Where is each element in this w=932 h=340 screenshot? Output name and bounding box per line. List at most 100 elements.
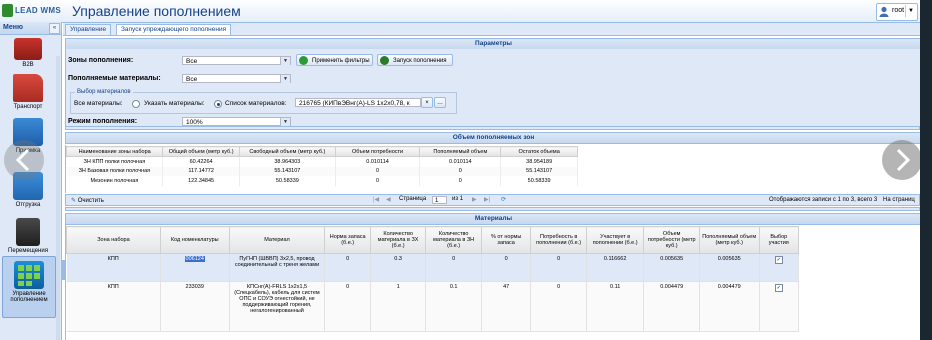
page-count: из 1	[452, 196, 464, 202]
chevron-down-icon[interactable]: ▼	[280, 57, 290, 65]
sidebar-item-transport[interactable]: Транспорт	[2, 74, 54, 110]
materials-label: Пополняемые материалы:	[68, 75, 161, 82]
column-header[interactable]: Объем потребности	[334, 146, 421, 157]
sidebar-item-label: Отгрузка	[15, 202, 41, 208]
materials-select-value: Все	[186, 76, 198, 83]
column-header[interactable]: Общий объем (метр куб.)	[162, 146, 240, 157]
run-replenishment-button[interactable]: Запуск пополнения	[377, 54, 453, 66]
table-row[interactable]: ЗН КПП полки полочная 60.42264 38.964303…	[66, 156, 578, 167]
play-icon	[380, 56, 389, 65]
chevron-right-icon	[896, 148, 911, 172]
sidebar-item-b2b[interactable]: B2B	[2, 38, 54, 68]
column-header[interactable]: Зона набора	[66, 226, 161, 254]
participation-checkbox[interactable]: ✓	[774, 284, 783, 292]
apply-filters-button[interactable]: Применить фильтры	[296, 54, 373, 66]
participation-checkbox[interactable]: ✓	[774, 256, 783, 264]
column-header[interactable]: Количество материала в ЗХ (б.е.)	[369, 226, 427, 254]
column-header[interactable]: Участвует в пополнении (б.е.)	[585, 226, 645, 254]
all-materials-label: Все материалы:	[74, 100, 123, 107]
materials-fieldset: Выбор материалов Все материалы: Указать …	[70, 89, 457, 114]
prev-page-icon[interactable]: ◀	[386, 196, 391, 203]
chevron-down-icon[interactable]: ▼	[280, 118, 290, 126]
zones-panel-header: Объем пополняемых зон	[65, 132, 922, 144]
sidebar-scrollbar[interactable]	[56, 56, 60, 340]
specify-materials-label: Указать материалы:	[144, 100, 205, 107]
column-header[interactable]: Остаток объема	[500, 146, 578, 157]
page-input[interactable]: 1	[432, 196, 447, 204]
sidebar-item-transfers[interactable]: Перемещения	[2, 218, 54, 254]
user-menu[interactable]: root ▼	[876, 3, 918, 21]
table-cell: КПП	[66, 253, 161, 282]
table-row[interactable]: КПП 233039 КПСнг(А)-FRLS 1x2x1,5 (Спецка…	[66, 281, 800, 332]
column-header[interactable]: Количество материала в ЗН (б.е.)	[425, 226, 482, 254]
zones-toolbar: ✎ Очистить |◀ ◀ Страница 1 из 1 ▶ ▶| ⟳ О…	[65, 194, 920, 206]
next-slide-button[interactable]	[882, 140, 922, 180]
app-header: LEAD WMS Управление пополнением root ▼	[0, 0, 920, 23]
table-cell: 0	[419, 176, 502, 186]
user-icon	[879, 6, 889, 17]
table-cell: 122.34845	[162, 176, 240, 186]
chevron-down-icon[interactable]: ▼	[280, 75, 290, 83]
fieldset-legend: Выбор материалов	[75, 89, 133, 95]
column-header[interactable]: Выбор участия	[758, 226, 800, 254]
column-header[interactable]: Норма запаса (б.е.)	[324, 226, 371, 254]
clear-icon[interactable]: ×	[421, 97, 433, 108]
column-header[interactable]: Пополняемый объем	[419, 146, 502, 157]
zones-select[interactable]: Все ▼	[182, 56, 291, 65]
table-cell: 0.004479	[699, 281, 760, 332]
splitter-params[interactable]	[65, 126, 920, 130]
column-header[interactable]: % от нормы запаса	[480, 226, 532, 254]
per-page-label: На страниц	[883, 197, 915, 203]
mode-select[interactable]: 100% ▼	[182, 117, 291, 126]
column-header[interactable]: Наименование зоны набора	[65, 146, 164, 157]
material-list-field[interactable]: 216765 (КИПвЭВнг(А)-LS 1x2x0,78, к	[295, 98, 421, 107]
table-cell: 0	[324, 281, 371, 332]
first-page-icon[interactable]: |◀	[373, 196, 379, 203]
logo-text: LEAD WMS	[15, 6, 61, 15]
params-panel: Зоны пополнения: Все ▼ Применить фильтры…	[65, 49, 922, 126]
materials-panel-header: Материалы	[65, 213, 922, 225]
last-page-icon[interactable]: ▶|	[484, 196, 490, 203]
table-cell: 0	[335, 166, 421, 176]
column-header[interactable]: Код номенклатуры	[159, 226, 230, 254]
chevron-left-icon	[15, 148, 30, 172]
sidebar-item-label: Перемещения	[8, 248, 48, 254]
all-materials-radio[interactable]	[132, 100, 140, 108]
prev-slide-button[interactable]	[4, 140, 44, 180]
table-cell: КПСнг(А)-FRLS 1x2x1,5 (Спецкабель), кабе…	[229, 281, 326, 332]
table-row[interactable]: ЗН Базовая полки полочная 117.14772 55.1…	[66, 166, 578, 176]
table-cell: 0.3	[370, 253, 427, 282]
column-header[interactable]: Свободный объем (метр куб.)	[238, 146, 336, 157]
tab-run-replenishment[interactable]: Запуск упреждающего пополнения	[116, 24, 232, 35]
table-cell: 0.005635	[643, 253, 700, 282]
table-row[interactable]: Мезонин полочная 122.34845 50.58339 0 0 …	[66, 176, 578, 186]
next-page-icon[interactable]: ▶	[472, 196, 477, 203]
column-header[interactable]: Пополняемый объем (метр куб.)	[698, 226, 760, 254]
sidebar-item-replenishment[interactable]: Управление пополнением	[2, 256, 56, 318]
materials-select[interactable]: Все ▼	[182, 74, 291, 83]
sidebar-item-label: Транспорт	[13, 104, 43, 110]
grid-glyph	[18, 265, 40, 286]
table-cell: 38.964303	[239, 156, 336, 167]
app-window: LEAD WMS Управление пополнением root ▼ М…	[0, 0, 932, 340]
refresh-icon[interactable]: ⟳	[501, 196, 506, 203]
code-value[interactable]: 006124	[184, 256, 205, 262]
material-list-radio[interactable]	[214, 100, 222, 108]
collapse-icon[interactable]: «	[49, 23, 60, 34]
table-row[interactable]: КПП 006124 ПуГНП (ШВВП) 3х2,5, провод со…	[66, 253, 800, 282]
tab-management[interactable]: Управление	[65, 24, 112, 35]
table-cell: 0.005635	[699, 253, 760, 282]
page-title: Управление пополнением	[72, 3, 241, 19]
sidebar: Меню « B2B Транспорт Приемка Отгрузка Пе…	[0, 22, 62, 340]
column-header[interactable]: Потребность в пополнении (б.е.)	[530, 226, 587, 254]
splitter-zones[interactable]	[65, 207, 920, 211]
column-header[interactable]: Объем потребности (метр куб.)	[643, 226, 700, 254]
clear-button-label: Очистить	[77, 198, 104, 204]
sidebar-item-label: B2B	[22, 62, 34, 68]
column-header[interactable]: Материал	[228, 226, 326, 254]
table-cell: 0	[530, 281, 587, 332]
chevron-down-icon[interactable]: ▼	[905, 5, 916, 17]
panel-resize-handle[interactable]	[62, 260, 65, 280]
clear-button[interactable]: ✎ Очистить	[71, 197, 104, 204]
more-icon[interactable]: …	[434, 97, 446, 108]
